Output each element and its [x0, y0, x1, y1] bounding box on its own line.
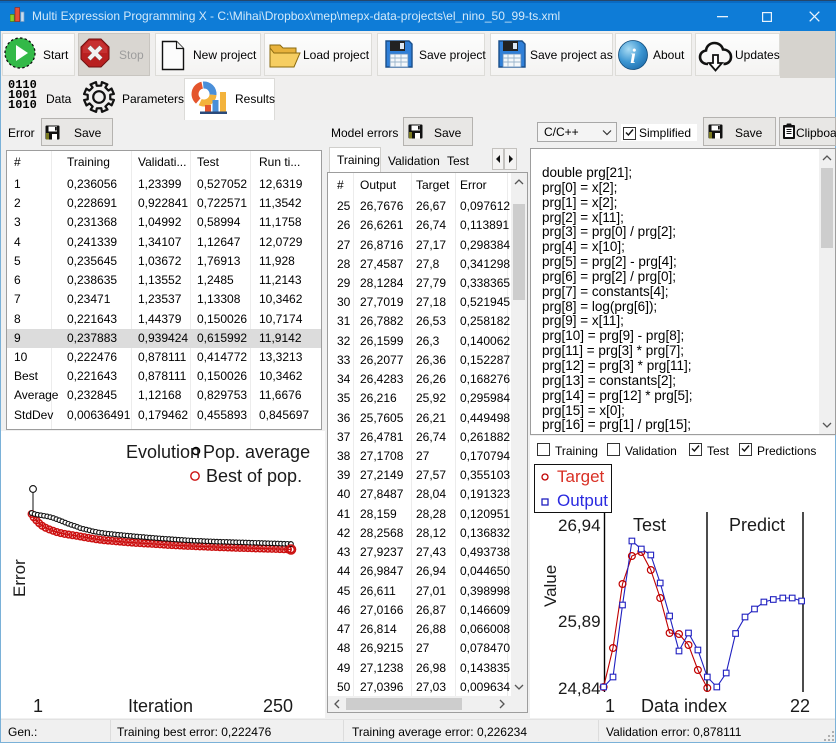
svg-text:i: i: [630, 44, 636, 68]
